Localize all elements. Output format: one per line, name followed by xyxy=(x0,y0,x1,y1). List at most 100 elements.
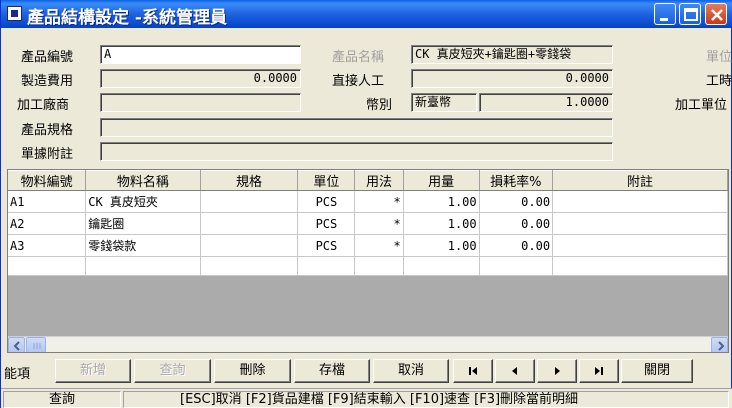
table-row[interactable]: A2 鑰匙圈 PCS * 1.00 0.00 xyxy=(8,212,728,235)
minimize-icon xyxy=(660,18,668,21)
cell-spec[interactable] xyxy=(200,256,299,276)
chevron-right-icon xyxy=(718,341,725,351)
window-title: 產品結構設定 -系統管理員 xyxy=(27,8,227,28)
scrollbar-thumb[interactable] xyxy=(26,337,46,352)
product-name-label: 產品名稱 xyxy=(332,50,385,65)
cell-note[interactable] xyxy=(552,234,728,257)
chevron-left-icon xyxy=(13,341,20,351)
cell-loss-rate[interactable]: 0.00 xyxy=(479,212,554,235)
mfg-cost-field[interactable]: 0.0000 xyxy=(100,69,301,88)
status-mode: 查詢 xyxy=(3,391,121,408)
column-header-quantity[interactable]: 用量 xyxy=(403,170,480,191)
close-icon xyxy=(711,9,723,21)
scroll-left-button[interactable] xyxy=(8,337,25,352)
app-icon[interactable] xyxy=(7,6,22,21)
next-record-button[interactable] xyxy=(537,359,577,383)
cell-usage[interactable] xyxy=(354,256,404,276)
first-record-icon xyxy=(469,367,477,375)
column-header-unit[interactable]: 單位 xyxy=(297,170,356,191)
cell-material-code[interactable] xyxy=(8,256,87,276)
cell-unit[interactable]: PCS xyxy=(297,190,356,213)
query-button[interactable]: 查詢 xyxy=(134,359,211,383)
cell-material-name[interactable] xyxy=(85,256,201,276)
cell-spec[interactable] xyxy=(200,212,299,235)
cell-unit[interactable]: PCS xyxy=(297,234,356,257)
product-code-label: 產品編號 xyxy=(21,50,74,65)
cell-material-code[interactable]: A3 xyxy=(8,234,87,257)
cell-material-code[interactable]: A2 xyxy=(8,212,87,235)
maximize-button[interactable] xyxy=(679,3,701,25)
exchange-rate-field[interactable]: 1.0000 xyxy=(479,93,613,112)
column-header-usage[interactable]: 用法 xyxy=(354,170,404,191)
note-label: 單據附註 xyxy=(21,147,74,162)
table-row[interactable]: A1 CK 真皮短夾 PCS * 1.00 0.00 xyxy=(8,190,728,213)
function-label: 能項 xyxy=(4,367,31,382)
last-record-icon xyxy=(595,367,603,375)
cell-usage[interactable]: * xyxy=(354,212,404,235)
cell-quantity[interactable] xyxy=(403,256,480,276)
cell-usage[interactable]: * xyxy=(354,234,404,257)
cell-loss-rate[interactable]: 0.00 xyxy=(479,234,554,257)
cell-quantity[interactable]: 1.00 xyxy=(403,190,480,213)
direct-labor-field[interactable]: 0.0000 xyxy=(411,69,613,88)
title-bar[interactable]: 產品結構設定 -系統管理員 xyxy=(1,0,732,28)
grid-header-row: 物料編號 物料名稱 規格 單位 用法 用量 損耗率% 附註 xyxy=(8,170,728,191)
product-name-field[interactable]: CK 真皮短夾+鑰匙圈+零錢袋 xyxy=(411,45,613,64)
cell-unit[interactable]: PCS xyxy=(297,212,356,235)
add-button[interactable]: 新增 xyxy=(55,359,131,383)
column-header-material-name[interactable]: 物料名稱 xyxy=(85,170,201,191)
status-bar: 查詢 [ESC]取消 [F2]貨品建檔 [F9]結束輸入 [F10]速查 [F3… xyxy=(1,388,732,408)
spec-field[interactable] xyxy=(100,118,613,137)
cell-material-code[interactable]: A1 xyxy=(8,190,87,213)
cancel-button[interactable]: 取消 xyxy=(373,359,449,383)
column-header-spec[interactable]: 規格 xyxy=(200,170,299,191)
cell-quantity[interactable]: 1.00 xyxy=(403,212,480,235)
cell-note[interactable] xyxy=(552,190,728,213)
previous-record-button[interactable] xyxy=(495,359,535,383)
processing-unit-label: 加工單位 xyxy=(675,98,728,113)
note-field[interactable] xyxy=(100,142,613,161)
last-record-button[interactable] xyxy=(579,359,619,383)
cell-material-name[interactable]: 鑰匙圈 xyxy=(85,212,201,235)
column-header-loss-rate[interactable]: 損耗率% xyxy=(479,170,554,191)
spec-label: 產品規格 xyxy=(21,123,74,138)
delete-button[interactable]: 刪除 xyxy=(214,359,291,383)
close-button[interactable]: 關閉 xyxy=(621,359,693,383)
cell-note[interactable] xyxy=(552,212,728,235)
previous-record-icon xyxy=(512,367,517,375)
cell-unit[interactable] xyxy=(297,256,356,276)
bom-grid[interactable]: 物料編號 物料名稱 規格 單位 用法 用量 損耗率% 附註 A1 CK 真皮短夾… xyxy=(7,169,729,353)
currency-field[interactable]: 新臺幣 xyxy=(411,93,477,112)
factory-label: 加工廠商 xyxy=(17,98,70,113)
currency-label: 幣別 xyxy=(366,98,393,113)
product-code-input[interactable]: A xyxy=(100,45,301,64)
unit-label: 單位 xyxy=(706,50,732,65)
factory-field[interactable] xyxy=(100,93,301,112)
table-row[interactable] xyxy=(8,256,728,276)
first-record-button[interactable] xyxy=(453,359,493,383)
cell-material-name[interactable]: 零錢袋款 xyxy=(85,234,201,257)
cell-spec[interactable] xyxy=(200,190,299,213)
cell-spec[interactable] xyxy=(200,234,299,257)
scroll-right-button[interactable] xyxy=(711,337,728,352)
maximize-icon xyxy=(684,8,698,21)
cell-usage[interactable]: * xyxy=(354,190,404,213)
minimize-button[interactable] xyxy=(654,3,676,25)
close-window-button[interactable] xyxy=(705,3,727,25)
column-header-material-code[interactable]: 物料編號 xyxy=(8,170,87,191)
column-header-note[interactable]: 附註 xyxy=(552,170,728,191)
bom-table: 物料編號 物料名稱 規格 單位 用法 用量 損耗率% 附註 A1 CK 真皮短夾… xyxy=(8,170,728,276)
cell-material-name[interactable]: CK 真皮短夾 xyxy=(85,190,201,213)
mfg-cost-label: 製造費用 xyxy=(21,74,74,89)
cell-quantity[interactable]: 1.00 xyxy=(403,234,480,257)
cell-loss-rate[interactable] xyxy=(479,256,554,276)
status-hint: [ESC]取消 [F2]貨品建檔 [F9]結束輸入 [F10]速查 [F3]刪除… xyxy=(123,391,729,408)
save-button[interactable]: 存檔 xyxy=(294,359,370,383)
cell-note[interactable] xyxy=(552,256,728,276)
cell-loss-rate[interactable]: 0.00 xyxy=(479,190,554,213)
application-window: 產品結構設定 -系統管理員 產品編號 A 產品名稱 CK 真皮短夾+鑰匙圈+零錢… xyxy=(0,0,732,408)
work-hours-label: 工時 xyxy=(706,74,732,89)
grip-icon xyxy=(33,343,41,349)
horizontal-scrollbar[interactable] xyxy=(8,336,728,352)
table-row[interactable]: A3 零錢袋款 PCS * 1.00 0.00 xyxy=(8,234,728,257)
